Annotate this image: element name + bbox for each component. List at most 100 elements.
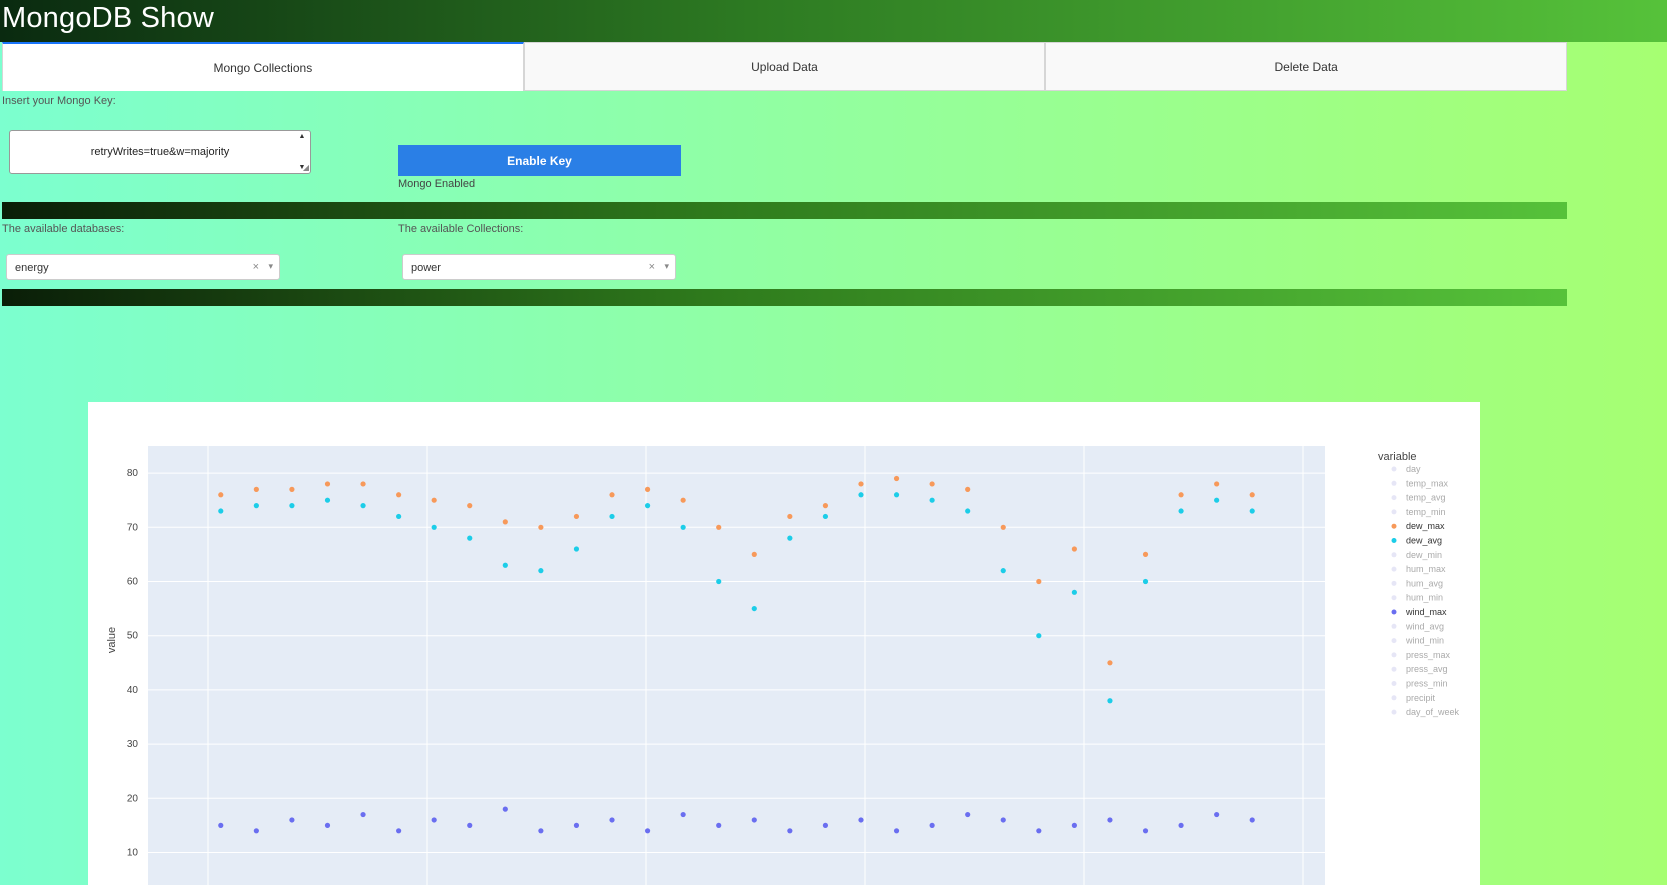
data-point-dew_max: [1142, 551, 1149, 557]
tab-delete-data[interactable]: Delete Data: [1045, 42, 1568, 91]
data-point-wind_max: [538, 828, 544, 834]
data-point-dew_max: [716, 524, 722, 530]
mongo-key-value: retryWrites=true&w=majority: [90, 146, 230, 158]
legend-item-temp_max[interactable]: temp_max: [1391, 478, 1449, 488]
data-point-wind_max: [680, 811, 686, 818]
legend-item-dew_avg[interactable]: dew_avg: [1391, 536, 1443, 546]
tab-upload-data[interactable]: Upload Data: [523, 42, 1046, 91]
legend-label: press_avg: [1406, 664, 1448, 674]
data-point-wind_max: [573, 822, 580, 828]
data-point-dew_max: [218, 492, 224, 498]
legend-item-press_min[interactable]: press_min: [1391, 679, 1448, 689]
legend-item-day[interactable]: day: [1391, 464, 1422, 474]
legend-label: precipit: [1406, 693, 1436, 703]
legend-marker: [1391, 666, 1397, 672]
data-point-dew_avg: [431, 524, 437, 530]
mongo-key-input[interactable]: retryWrites=true&w=majority ▲ ▼ ◢: [9, 130, 311, 174]
legend-label: dew_avg: [1406, 536, 1442, 546]
data-point-dew_avg: [467, 535, 473, 541]
data-point-wind_max: [644, 828, 651, 834]
legend-item-dew_max[interactable]: dew_max: [1391, 521, 1446, 531]
data-point-wind_max: [1000, 817, 1006, 823]
y-tick-label: 50: [127, 631, 139, 642]
legend-item-press_avg[interactable]: press_avg: [1391, 664, 1448, 674]
legend[interactable]: day temp_max temp_avg temp_min dew_max dew_av…: [1391, 464, 1460, 717]
database-dropdown[interactable]: energy × ▾: [6, 254, 280, 280]
legend-label: hum_max: [1406, 564, 1446, 574]
legend-item-wind_max[interactable]: wind_max: [1391, 607, 1448, 617]
data-point-wind_max: [253, 828, 259, 834]
data-point-dew_avg: [716, 578, 722, 585]
legend-item-wind_min[interactable]: wind_min: [1391, 636, 1445, 646]
data-point-dew_avg: [1249, 508, 1255, 514]
data-point-wind_max: [360, 811, 366, 818]
data-point-dew_max: [822, 503, 829, 509]
data-point-dew_max: [893, 475, 900, 482]
data-point-dew_avg: [822, 513, 829, 520]
legend-label: wind_min: [1405, 636, 1444, 646]
data-point-dew_max: [858, 481, 864, 487]
legend-marker: [1391, 580, 1397, 586]
data-point-dew_avg: [1107, 698, 1113, 704]
data-point-dew_avg: [680, 524, 686, 530]
chart-card: 10 20 30 40 50 60 70 80 value variable day temp_…: [88, 402, 1480, 885]
y-tick-label: 40: [127, 685, 139, 696]
data-point-dew_avg: [218, 508, 224, 514]
legend-item-wind_avg[interactable]: wind_avg: [1391, 621, 1445, 631]
data-point-dew_avg: [929, 497, 935, 503]
legend-marker: [1391, 595, 1397, 601]
legend-label: temp_min: [1406, 507, 1446, 517]
data-point-dew_avg: [538, 568, 544, 574]
data-point-dew_max: [1249, 492, 1255, 498]
y-tick-label: 30: [127, 739, 139, 750]
legend-item-hum_avg[interactable]: hum_avg: [1391, 578, 1444, 588]
legend-label: hum_avg: [1406, 578, 1443, 588]
legend-item-precipit[interactable]: precipit: [1391, 693, 1436, 703]
legend-title: variable: [1378, 451, 1417, 463]
data-point-dew_max: [1214, 481, 1220, 487]
data-point-dew_avg: [324, 497, 331, 503]
data-point-dew_max: [609, 492, 615, 498]
legend-label: wind_avg: [1405, 621, 1444, 631]
data-point-dew_avg: [965, 508, 971, 514]
scroll-up-icon[interactable]: ▲: [299, 133, 306, 140]
data-point-wind_max: [431, 817, 437, 823]
data-point-dew_avg: [502, 562, 508, 568]
data-point-dew_avg: [1214, 497, 1220, 503]
data-point-dew_max: [431, 497, 437, 503]
chevron-down-icon[interactable]: ▾: [268, 261, 273, 272]
tab-mongo-collections[interactable]: Mongo Collections: [2, 42, 524, 91]
data-point-dew_max: [360, 481, 366, 487]
legend-label: press_max: [1406, 650, 1451, 660]
legend-marker: [1391, 623, 1397, 629]
legend-item-dew_min[interactable]: dew_min: [1391, 550, 1443, 560]
scatter-chart[interactable]: 10 20 30 40 50 60 70 80 value variable day temp_…: [88, 402, 1480, 885]
resize-grip-icon[interactable]: ◢: [303, 163, 309, 172]
legend-item-hum_min[interactable]: hum_min: [1391, 593, 1444, 603]
data-point-wind_max: [751, 817, 757, 823]
clear-icon[interactable]: ×: [649, 261, 655, 273]
chevron-down-icon[interactable]: ▾: [664, 261, 669, 272]
legend-marker: [1391, 495, 1397, 501]
data-point-wind_max: [1178, 822, 1184, 828]
data-point-dew_max: [324, 481, 331, 487]
data-point-dew_avg: [609, 513, 615, 520]
legend-marker: [1391, 552, 1397, 558]
legend-item-temp_min[interactable]: temp_min: [1391, 507, 1446, 517]
data-point-dew_avg: [751, 605, 757, 612]
collections-label: The available Collections:: [398, 223, 524, 235]
data-point-wind_max: [716, 822, 722, 828]
data-point-wind_max: [1071, 822, 1077, 828]
data-point-dew_max: [467, 503, 473, 509]
collection-dropdown[interactable]: power × ▾: [402, 254, 676, 280]
legend-item-temp_avg[interactable]: temp_avg: [1391, 493, 1446, 503]
data-point-wind_max: [609, 817, 615, 823]
legend-item-hum_max[interactable]: hum_max: [1391, 564, 1447, 574]
databases-label: The available databases:: [2, 223, 125, 235]
legend-item-press_max[interactable]: press_max: [1391, 650, 1451, 660]
enable-key-button[interactable]: Enable Key: [398, 145, 681, 176]
legend-item-day_of_week[interactable]: day_of_week: [1391, 707, 1460, 717]
data-point-dew_max: [751, 551, 757, 557]
clear-icon[interactable]: ×: [253, 261, 259, 273]
legend-label: temp_max: [1406, 478, 1449, 488]
